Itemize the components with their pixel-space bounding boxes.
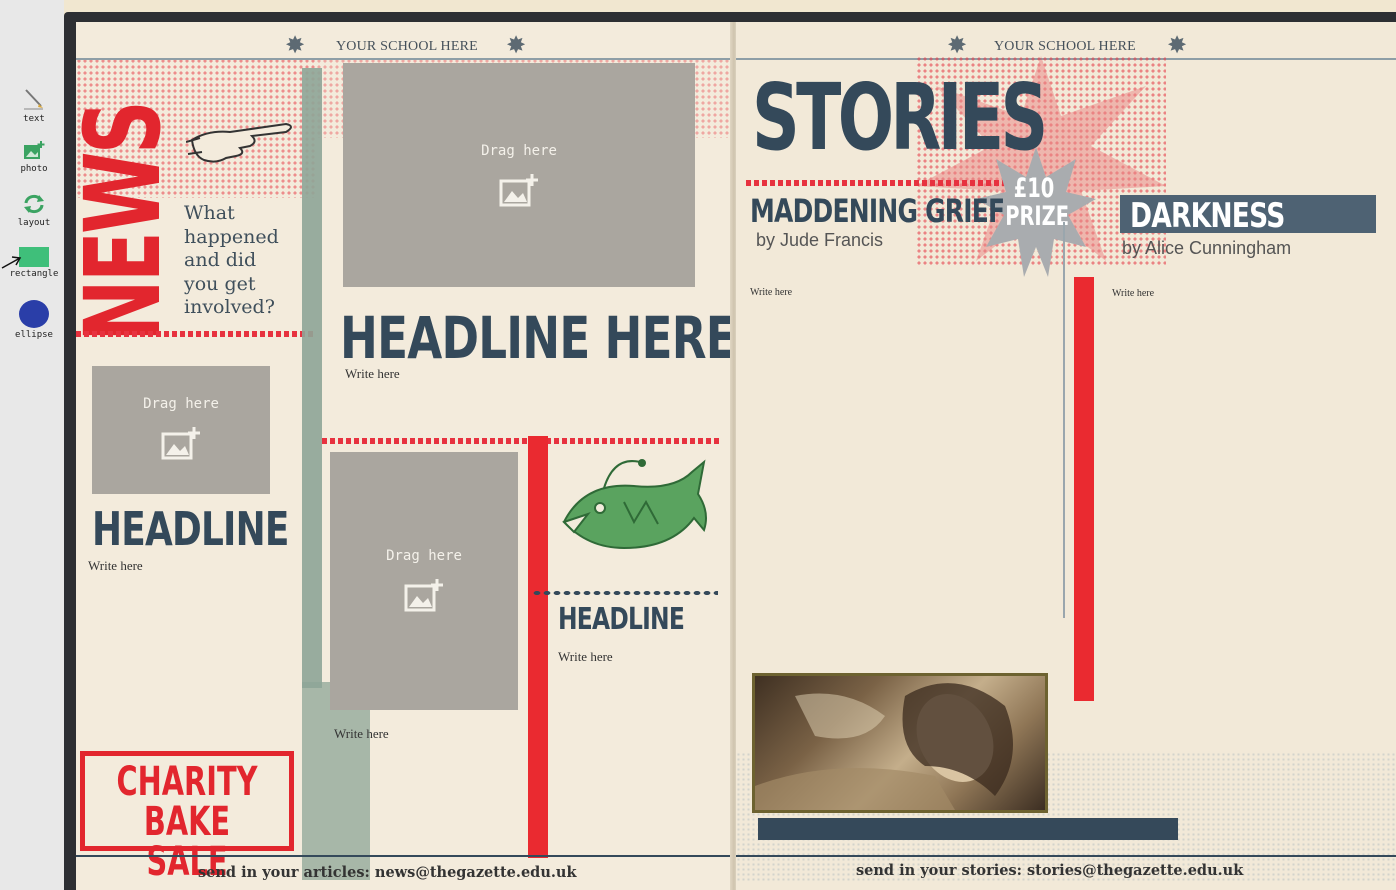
pointing-hand-icon [186, 122, 292, 163]
drop-label: Drag here [386, 548, 462, 564]
left-page: ✸ YOUR SCHOOL HERE ✸ NEWS What happened … [76, 22, 732, 890]
footer-rule [736, 855, 1396, 857]
drop-label: Drag here [481, 143, 557, 159]
text-tool[interactable]: text [4, 86, 64, 124]
ellipse-icon [19, 300, 49, 328]
fish-headline[interactable]: HEADLINE [558, 602, 685, 637]
tool-sidebar: text photo layout rectangle ellipse [0, 0, 64, 890]
left-footer-contact: send in your articles: news@thegazette.e… [198, 864, 577, 881]
section-title-news: NEWS [76, 103, 184, 343]
pencil-icon [24, 89, 43, 110]
school-name-label: YOUR SCHOOL HERE [336, 39, 478, 54]
story1-write-field[interactable]: Write here [750, 287, 792, 298]
text-tool-label: text [23, 114, 45, 124]
star-ornament-icon: ✸ [946, 31, 968, 59]
star-ornament-icon: ✸ [284, 31, 306, 59]
layout-tool[interactable]: layout [4, 192, 64, 228]
navy-dotted-divider [532, 590, 718, 596]
question-line: you get [184, 272, 256, 295]
anglerfish-illustration [562, 459, 707, 550]
question-line: What [184, 202, 235, 224]
story1-byline[interactable]: by Jude Francis [756, 230, 883, 251]
footer-rule [76, 855, 732, 857]
middle-write-field[interactable]: Write here [334, 726, 389, 742]
cursor-arrow-icon [1, 256, 22, 269]
prize-word: PRIZE [1005, 201, 1070, 232]
drop-zone-middle[interactable]: Drag here [330, 452, 518, 710]
question-line: happened [184, 225, 279, 248]
school-name-label: YOUR SCHOOL HERE [994, 39, 1136, 54]
bake-sale-line: CHARITY [116, 759, 258, 805]
add-image-icon [499, 174, 538, 207]
photo-tool-label: photo [20, 164, 48, 174]
red-vertical-bar[interactable] [1074, 277, 1094, 701]
main-headline[interactable]: HEADLINE HERE [340, 304, 732, 372]
fish-write-field[interactable]: Write here [558, 649, 613, 665]
prize-amount: £10 [1013, 173, 1055, 204]
right-page: ✸ YOUR SCHOOL HERE ✸ STORIES £10 PRIZE M… [736, 22, 1396, 890]
prize-label: £10 PRIZE [1005, 173, 1070, 232]
charity-bake-sale-stamp[interactable]: CHARITY BAKE SALE [80, 751, 294, 882]
navy-caption-bar[interactable] [758, 818, 1178, 840]
add-image-icon [161, 427, 200, 460]
red-dashed-divider [76, 331, 314, 337]
question-line: and did [184, 249, 257, 271]
sage-block[interactable] [302, 682, 370, 880]
ellipse-tool-label: ellipse [15, 330, 53, 340]
sage-vertical-bar[interactable] [302, 68, 322, 688]
story2-byline[interactable]: by Alice Cunningham [1122, 238, 1291, 259]
star-ornament-icon: ✸ [505, 31, 527, 59]
photo-tool[interactable]: photo [4, 140, 64, 174]
small-write-field[interactable]: Write here [88, 558, 143, 574]
photo-add-icon [24, 141, 45, 159]
add-image-icon [404, 579, 443, 612]
drop-label: Drag here [143, 396, 219, 412]
reclining-woman-image [755, 683, 1013, 810]
main-write-field[interactable]: Write here [345, 366, 400, 382]
canvas-frame: ✸ YOUR SCHOOL HERE ✸ NEWS What happened … [64, 12, 1396, 890]
story2-title[interactable]: DARKNESS [1130, 196, 1285, 236]
header-rule [76, 58, 732, 60]
small-headline[interactable]: HEADLINE [92, 502, 289, 556]
column-divider [1063, 222, 1065, 618]
red-dashed-divider [322, 438, 720, 444]
layout-tool-label: layout [17, 218, 51, 228]
question-line: involved? [184, 296, 275, 318]
drop-zone-left[interactable]: Drag here [92, 366, 270, 494]
story1-title[interactable]: MADDENING GRIEF [750, 192, 1005, 230]
sepia-portrait-photo[interactable] [752, 673, 1048, 813]
red-vertical-bar[interactable] [528, 436, 548, 858]
right-footer-contact: send in your stories: stories@thegazette… [856, 862, 1244, 879]
news-question: What happened and did you get involved? [184, 202, 279, 320]
refresh-arrows-icon [24, 194, 44, 214]
ellipse-tool[interactable]: ellipse [4, 300, 64, 340]
star-ornament-icon: ✸ [1166, 31, 1188, 59]
story2-write-field[interactable]: Write here [1112, 288, 1154, 299]
drop-zone-main[interactable]: Drag here [343, 63, 695, 287]
